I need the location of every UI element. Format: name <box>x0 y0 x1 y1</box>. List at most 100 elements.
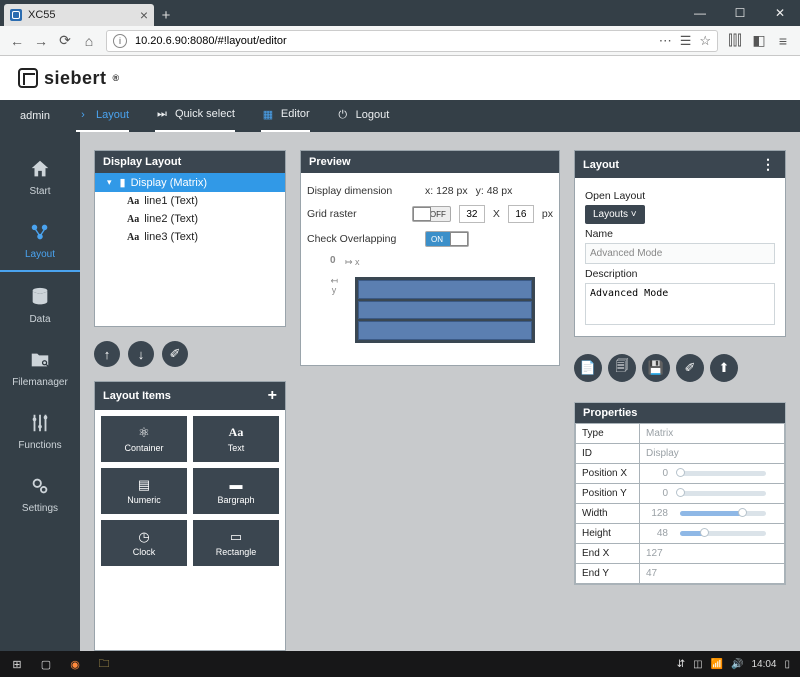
tree-item[interactable]: Aaline3 (Text) <box>95 228 285 246</box>
upload-layout-button[interactable]: ⬆ <box>710 354 738 382</box>
property-value-cell[interactable]: 127 <box>640 544 785 564</box>
axis-y-icon: ↧y <box>329 277 339 295</box>
tray-action-icon[interactable]: ◫ <box>693 659 702 670</box>
display-layout-title: Display Layout <box>103 156 181 168</box>
property-slider[interactable] <box>680 471 766 476</box>
axis-y-label: y <box>332 285 337 295</box>
property-value-cell[interactable]: 0 <box>640 464 785 484</box>
grid-toggle[interactable]: OFF <box>412 206 451 222</box>
task-view-button[interactable]: ▢ <box>33 653 59 675</box>
layout-desc-input[interactable]: Advanced Mode <box>585 283 775 325</box>
sidebar-item-settings[interactable]: Settings <box>0 465 80 524</box>
tray-sound-icon[interactable]: 🔊 <box>731 659 743 670</box>
tray-notifications-icon[interactable]: ▯ <box>784 659 790 670</box>
item-numeric[interactable]: ▤Numeric <box>101 468 187 514</box>
sidebar-item-functions[interactable]: Functions <box>0 402 80 461</box>
bookmark-icon[interactable]: ☆ <box>699 33 711 49</box>
tray-wifi-icon[interactable]: 📶 <box>711 659 723 670</box>
text-icon: Aa <box>228 426 244 440</box>
layouts-dropdown[interactable]: Layouts ˅ <box>585 205 645 224</box>
url-bar[interactable]: i ⋯ ☰ ☆ <box>106 30 718 52</box>
property-slider[interactable] <box>680 511 766 516</box>
display-preview[interactable] <box>355 277 535 343</box>
tree-item[interactable]: Aaline1 (Text) <box>95 192 285 210</box>
property-value-cell[interactable]: 128 <box>640 504 785 524</box>
nav-back-button[interactable]: ← <box>6 30 28 52</box>
sidebar-item-filemanager[interactable]: Filemanager <box>0 339 80 398</box>
save-layout-button[interactable]: 💾 <box>642 354 670 382</box>
grid-unit: px <box>542 208 553 220</box>
property-value-cell[interactable]: Display <box>640 444 785 464</box>
item-bargraph[interactable]: ▬Bargraph <box>193 468 279 514</box>
os-taskbar: ⊞ ▢ ◉ 🗀 ⇵ ◫ 📶 🔊 14:04 ▯ <box>0 651 800 677</box>
container-icon: ⚛ <box>136 426 152 440</box>
tree-item[interactable]: Aaline2 (Text) <box>95 210 285 228</box>
move-up-button[interactable]: ↑ <box>94 341 120 367</box>
tree-item-label: line2 (Text) <box>144 213 198 225</box>
library-icon[interactable]: ⫿⫿⫿ <box>724 30 746 52</box>
property-value-cell[interactable]: 0 <box>640 484 785 504</box>
nav-layout-label: Layout <box>96 109 129 121</box>
browser-tab[interactable]: XC55 × <box>4 4 154 26</box>
app-menu-button[interactable]: ≡ <box>772 30 794 52</box>
url-input[interactable] <box>133 34 653 48</box>
site-info-icon[interactable]: i <box>113 34 127 48</box>
sidebar-item-layout[interactable]: Layout <box>0 211 80 272</box>
nav-editor[interactable]: ▦ Editor <box>261 100 310 132</box>
item-text[interactable]: AaText <box>193 416 279 462</box>
property-slider[interactable] <box>680 491 766 496</box>
new-tab-button[interactable]: + <box>154 4 178 26</box>
property-value-cell[interactable]: Matrix <box>640 424 785 444</box>
sidebar-item-start[interactable]: Start <box>0 148 80 207</box>
taskbar-firefox[interactable]: ◉ <box>62 653 88 675</box>
item-label: Numeric <box>127 495 161 505</box>
taskbar-explorer[interactable]: 🗀 <box>91 653 117 675</box>
reader-icon[interactable]: ☰ <box>680 33 692 49</box>
property-value: Display <box>646 448 679 459</box>
tree-root[interactable]: ▮ Display (Matrix) <box>95 173 285 192</box>
copy-layout-button[interactable]: 🗐 <box>608 354 636 382</box>
axis-x-icon: ↦ x <box>345 257 360 268</box>
property-row: End Y47 <box>576 564 785 584</box>
nav-home-button[interactable]: ⌂ <box>78 30 100 52</box>
tab-close-icon[interactable]: × <box>140 11 148 19</box>
item-rectangle[interactable]: ▭Rectangle <box>193 520 279 566</box>
property-value: Matrix <box>646 428 673 439</box>
chevron-right-icon: › <box>76 108 90 122</box>
tray-time[interactable]: 14:04 <box>751 659 776 670</box>
nav-fwd-button[interactable]: → <box>30 30 52 52</box>
tray-network-icon[interactable]: ⇵ <box>677 659 685 670</box>
brand-logo: siebert® <box>18 68 120 89</box>
folder-search-icon <box>29 349 51 371</box>
property-value-cell[interactable]: 47 <box>640 564 785 584</box>
layout-menu-button[interactable]: ⋮ <box>761 156 777 173</box>
layout-items-scroll[interactable]: ⚛Container AaText ▤Numeric ▬Bargraph ◷Cl… <box>95 410 285 570</box>
add-item-button[interactable]: + <box>268 387 277 405</box>
window-max-button[interactable]: ☐ <box>720 0 760 26</box>
nav-layout[interactable]: › Layout <box>76 100 129 132</box>
property-slider[interactable] <box>680 531 766 536</box>
start-menu-button[interactable]: ⊞ <box>4 653 30 675</box>
item-container[interactable]: ⚛Container <box>101 416 187 462</box>
window-min-button[interactable]: — <box>680 0 720 26</box>
window-close-button[interactable]: ✕ <box>760 0 800 26</box>
clear-layout-button[interactable]: ✐ <box>676 354 704 382</box>
overlap-toggle[interactable]: ON <box>425 231 469 247</box>
erase-button[interactable]: ✐ <box>162 341 188 367</box>
property-value-cell[interactable]: 48 <box>640 524 785 544</box>
grid-x-input[interactable] <box>459 205 485 223</box>
new-layout-button[interactable]: 📄 <box>574 354 602 382</box>
grid-y-input[interactable] <box>508 205 534 223</box>
move-down-button[interactable]: ↓ <box>128 341 154 367</box>
preview-header: Preview <box>301 151 559 173</box>
sidebar-item-data[interactable]: Data <box>0 276 80 335</box>
nav-reload-button[interactable]: ⟳ <box>54 30 76 52</box>
sidebar-toggle-icon[interactable]: ◧ <box>748 30 770 52</box>
item-clock[interactable]: ◷Clock <box>101 520 187 566</box>
page-actions-icon[interactable]: ⋯ <box>659 33 672 49</box>
layout-name-input[interactable] <box>585 243 775 264</box>
nav-user: admin <box>20 110 50 122</box>
properties-header: Properties <box>575 403 785 423</box>
nav-logout[interactable]: ⏻ Logout <box>336 100 390 132</box>
nav-quickselect[interactable]: ⏭ Quick select <box>155 100 235 132</box>
